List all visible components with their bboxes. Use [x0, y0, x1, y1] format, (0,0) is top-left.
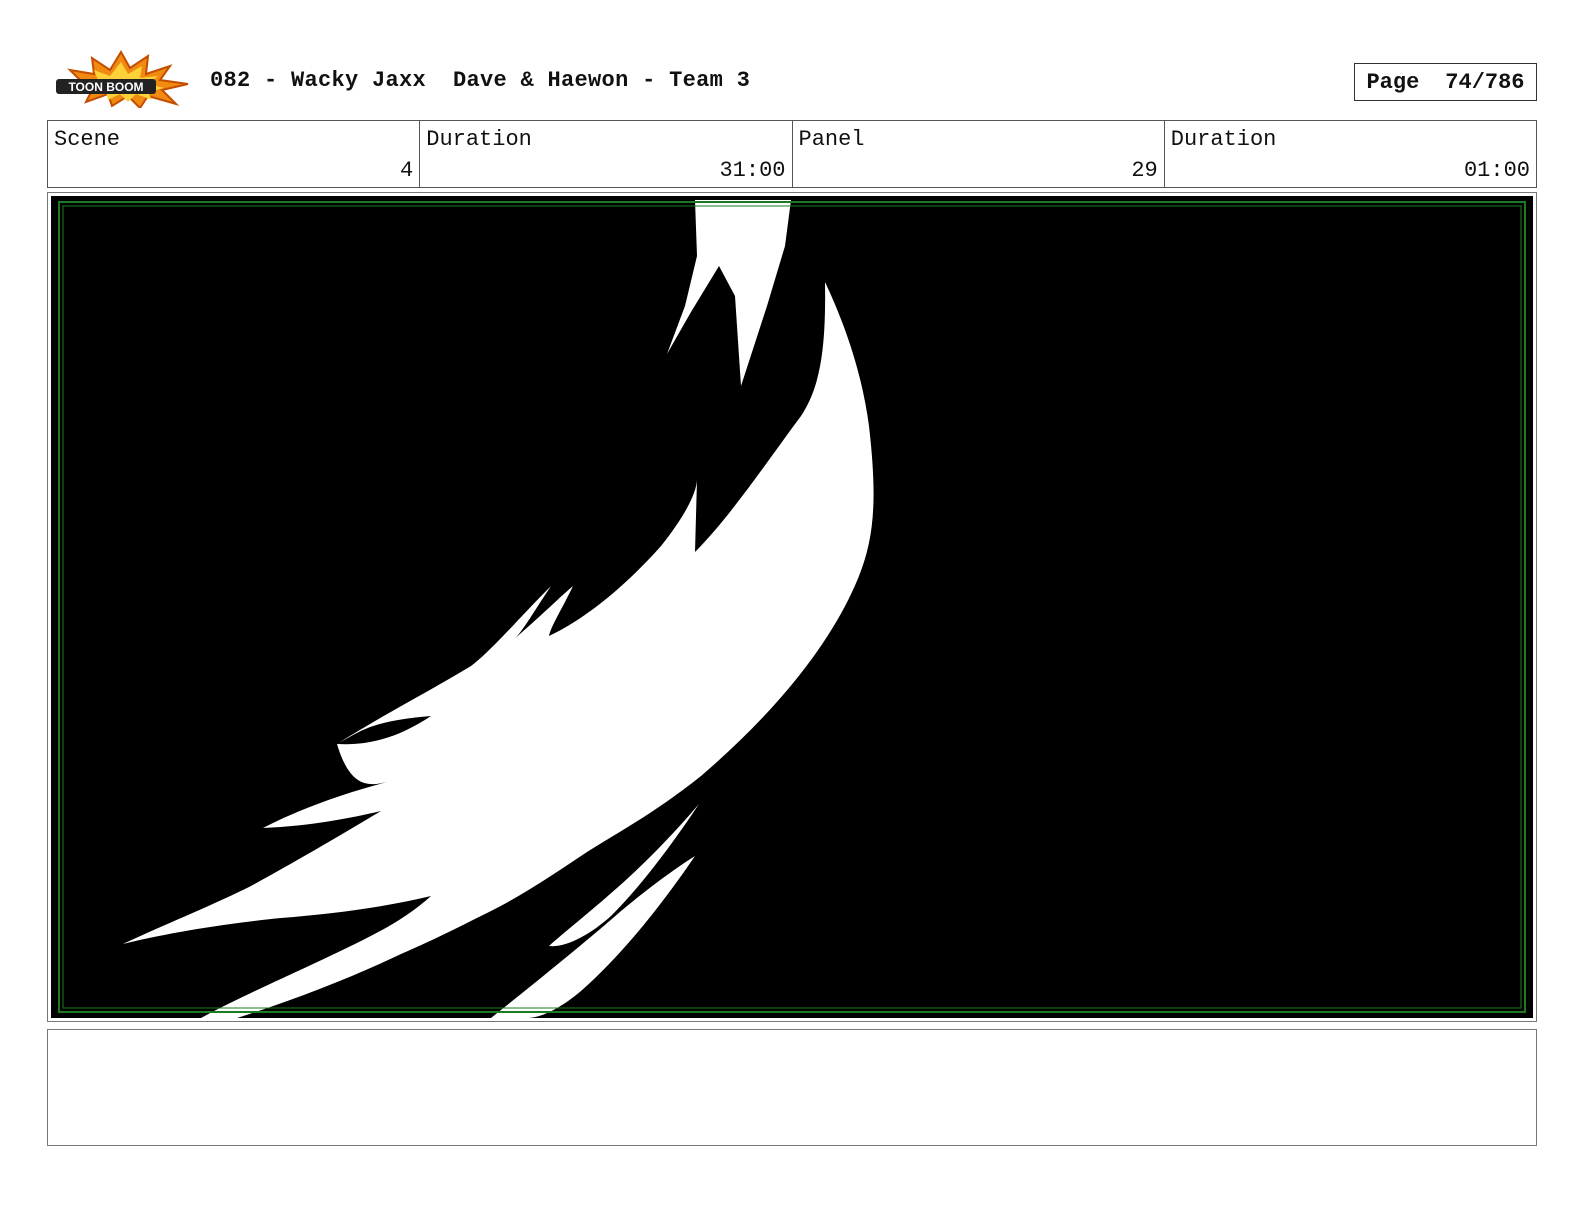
toon-boom-logo: TOON BOOM: [52, 50, 190, 110]
logo-text: TOON BOOM: [68, 80, 143, 94]
page-label: Page: [1366, 69, 1420, 95]
panel-duration-label: Duration: [1170, 127, 1277, 152]
scene-cell: Scene 4: [48, 121, 421, 187]
panel-artwork: [51, 196, 1533, 1018]
panel-label: Panel: [798, 127, 865, 152]
scene-label: Scene: [54, 127, 121, 152]
page-number: 74/786: [1445, 69, 1525, 95]
storyboard-title: 082 - Wacky Jaxx Dave & Haewon - Team 3: [210, 68, 751, 93]
panel-info-row: Scene 4 Duration 31:00 Panel 29 Duration…: [47, 120, 1537, 188]
panel-duration-value: 01:00: [1463, 158, 1530, 183]
panel-frame: [47, 192, 1537, 1022]
scene-value: 4: [400, 158, 414, 183]
panel-cell: Panel 29: [793, 121, 1165, 187]
panel-value: 29: [1131, 158, 1158, 183]
page-indicator: Page 74/786: [1354, 63, 1537, 101]
panel-notes-box: [47, 1029, 1537, 1146]
scene-duration-label: Duration: [426, 127, 532, 152]
panel-duration-cell: Duration 01:00: [1165, 121, 1536, 187]
scene-duration-value: 31:00: [719, 158, 786, 183]
scene-duration-cell: Duration 31:00: [420, 121, 793, 187]
